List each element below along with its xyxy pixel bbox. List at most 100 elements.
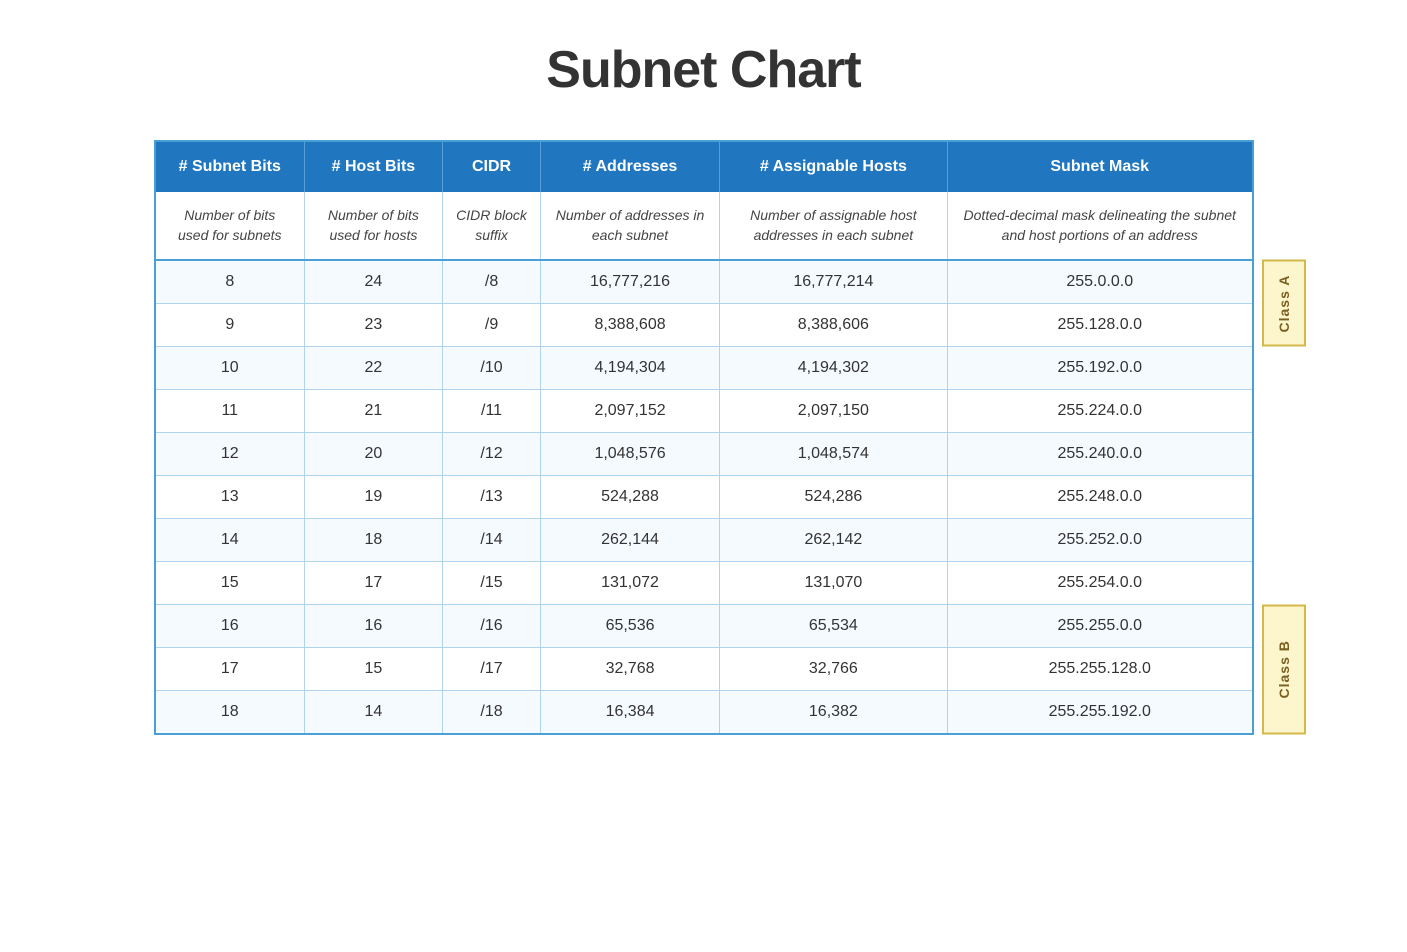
cell-9-2: /17 (442, 648, 541, 691)
cell-7-3: 131,072 (541, 562, 719, 605)
bold-octet: 255 (1066, 273, 1093, 290)
header-cell-1: # Host Bits (305, 141, 443, 192)
page-container: Subnet Chart # Subnet Bits# Host BitsCID… (154, 40, 1254, 735)
cell-7-2: /15 (442, 562, 541, 605)
table-row: 1121/112,097,1522,097,150255.224.0.0 (155, 390, 1253, 433)
bold-octet: 240 (1089, 445, 1116, 462)
cell-6-2: /14 (442, 519, 541, 562)
bold-octet: 255 (1089, 617, 1116, 634)
cell-1-4: 8,388,606 (719, 304, 947, 347)
subheader-row: Number of bits used for subnetsNumber of… (155, 192, 1253, 260)
cell-0-4: 16,777,214 (719, 260, 947, 304)
cell-5-0: 13 (155, 476, 305, 519)
bold-octet: 192 (1111, 703, 1138, 720)
subheader-cell-1: Number of bits used for hosts (305, 192, 443, 260)
subnet-mask-cell-6: 255.252.0.0 (947, 519, 1252, 562)
cell-3-0: 11 (155, 390, 305, 433)
cell-1-1: 23 (305, 304, 443, 347)
cell-5-3: 524,288 (541, 476, 719, 519)
header-cell-5: Subnet Mask (947, 141, 1252, 192)
cell-0-0: 8 (155, 260, 305, 304)
cell-2-1: 22 (305, 347, 443, 390)
table-row: 1319/13524,288524,286255.248.0.0 (155, 476, 1253, 519)
subnet-mask-cell-3: 255.224.0.0 (947, 390, 1252, 433)
subheader-cell-5: Dotted-decimal mask delineating the subn… (947, 192, 1252, 260)
page-title: Subnet Chart (154, 40, 1254, 100)
cell-5-1: 19 (305, 476, 443, 519)
cell-2-2: /10 (442, 347, 541, 390)
cell-4-1: 20 (305, 433, 443, 476)
cell-10-1: 14 (305, 691, 443, 735)
cell-2-3: 4,194,304 (541, 347, 719, 390)
subnet-mask-cell-5: 255.248.0.0 (947, 476, 1252, 519)
header-cell-4: # Assignable Hosts (719, 141, 947, 192)
bold-octet: 192 (1089, 359, 1116, 376)
bold-octet: 128 (1089, 316, 1116, 333)
cell-2-4: 4,194,302 (719, 347, 947, 390)
cell-8-4: 65,534 (719, 605, 947, 648)
cell-7-1: 17 (305, 562, 443, 605)
cell-7-0: 15 (155, 562, 305, 605)
cell-9-0: 17 (155, 648, 305, 691)
cell-6-0: 14 (155, 519, 305, 562)
cell-0-2: /8 (442, 260, 541, 304)
cell-3-2: /11 (442, 390, 541, 433)
bold-octet: 128 (1111, 660, 1138, 677)
header-cell-2: CIDR (442, 141, 541, 192)
table-row: 1418/14262,144262,142255.252.0.0 (155, 519, 1253, 562)
cell-9-4: 32,766 (719, 648, 947, 691)
cell-1-3: 8,388,608 (541, 304, 719, 347)
class-label-class-b: Class B (1262, 605, 1306, 735)
table-wrapper: # Subnet Bits# Host BitsCIDR# Addresses#… (154, 140, 1254, 735)
cell-0-3: 16,777,216 (541, 260, 719, 304)
subnet-mask-cell-4: 255.240.0.0 (947, 433, 1252, 476)
table-row: 1715/1732,76832,766255.255.128.0 (155, 648, 1253, 691)
cell-1-0: 9 (155, 304, 305, 347)
subnet-mask-cell-0: 255.0.0.0 (947, 260, 1252, 304)
bold-octet: 254 (1089, 574, 1116, 591)
cell-10-3: 16,384 (541, 691, 719, 735)
cell-6-1: 18 (305, 519, 443, 562)
cell-3-4: 2,097,150 (719, 390, 947, 433)
cell-4-0: 12 (155, 433, 305, 476)
cell-8-1: 16 (305, 605, 443, 648)
subheader-cell-2: CIDR block suffix (442, 192, 541, 260)
bold-octet: 248 (1089, 488, 1116, 505)
header-cell-0: # Subnet Bits (155, 141, 305, 192)
bold-octet: 224 (1089, 402, 1116, 419)
table-row: 1220/121,048,5761,048,574255.240.0.0 (155, 433, 1253, 476)
cell-5-4: 524,286 (719, 476, 947, 519)
cell-8-0: 16 (155, 605, 305, 648)
cell-4-3: 1,048,576 (541, 433, 719, 476)
subnet-mask-cell-10: 255.255.192.0 (947, 691, 1252, 735)
cell-7-4: 131,070 (719, 562, 947, 605)
subheader-cell-0: Number of bits used for subnets (155, 192, 305, 260)
cell-10-0: 18 (155, 691, 305, 735)
table-row: 824/816,777,21616,777,214255.0.0.0 (155, 260, 1253, 304)
cell-3-1: 21 (305, 390, 443, 433)
cell-4-4: 1,048,574 (719, 433, 947, 476)
cell-10-2: /18 (442, 691, 541, 735)
header-cell-3: # Addresses (541, 141, 719, 192)
subnet-mask-cell-8: 255.255.0.0 (947, 605, 1252, 648)
class-label-class-a: Class A (1262, 260, 1306, 347)
cell-3-3: 2,097,152 (541, 390, 719, 433)
cell-6-4: 262,142 (719, 519, 947, 562)
subnet-mask-cell-9: 255.255.128.0 (947, 648, 1252, 691)
table-row: 1022/104,194,3044,194,302255.192.0.0 (155, 347, 1253, 390)
cell-9-3: 32,768 (541, 648, 719, 691)
header-row: # Subnet Bits# Host BitsCIDR# Addresses#… (155, 141, 1253, 192)
subnet-mask-cell-2: 255.192.0.0 (947, 347, 1252, 390)
cell-0-1: 24 (305, 260, 443, 304)
bold-octet: 252 (1089, 531, 1116, 548)
subheader-cell-3: Number of addresses in each subnet (541, 192, 719, 260)
cell-9-1: 15 (305, 648, 443, 691)
table-row: 1616/1665,53665,534255.255.0.0 (155, 605, 1253, 648)
cell-2-0: 10 (155, 347, 305, 390)
cell-8-3: 65,536 (541, 605, 719, 648)
cell-6-3: 262,144 (541, 519, 719, 562)
cell-5-2: /13 (442, 476, 541, 519)
table-row: 923/98,388,6088,388,606255.128.0.0 (155, 304, 1253, 347)
subnet-chart-table: # Subnet Bits# Host BitsCIDR# Addresses#… (154, 140, 1254, 735)
subheader-cell-4: Number of assignable host addresses in e… (719, 192, 947, 260)
